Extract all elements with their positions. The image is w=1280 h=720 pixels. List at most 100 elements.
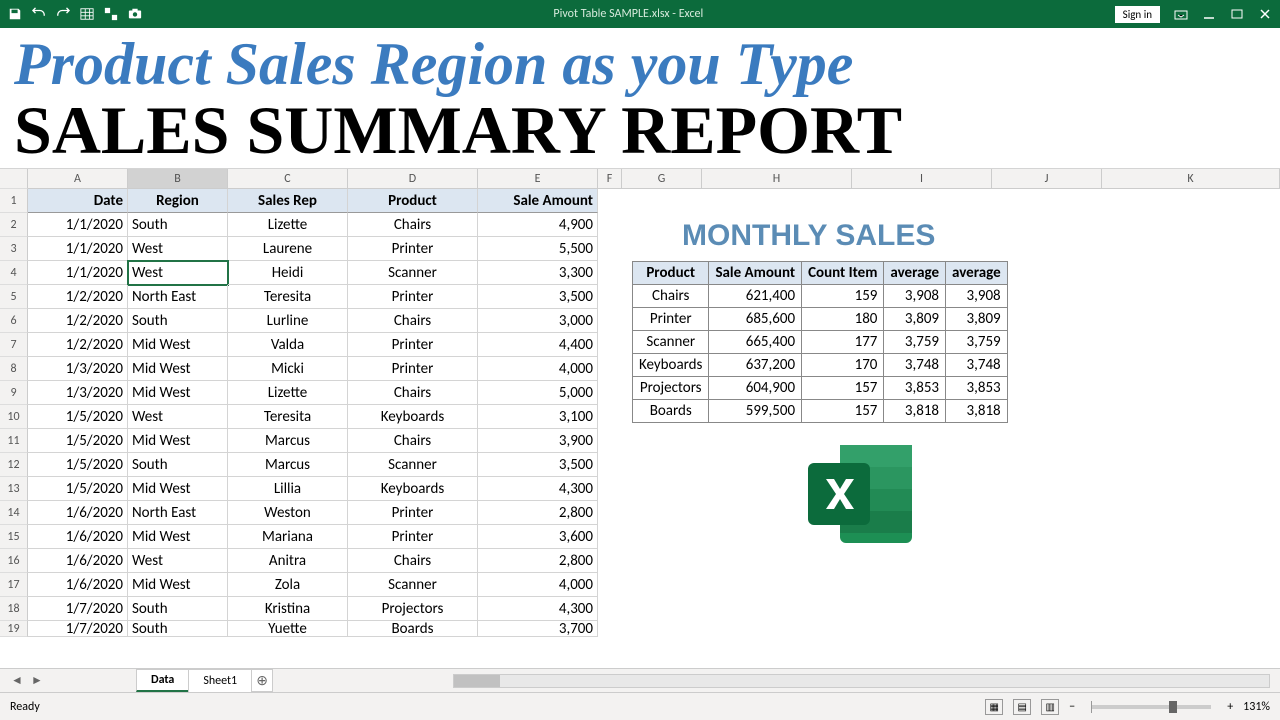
cell-date[interactable]: 1/6/2020 [28, 573, 128, 597]
cell-region[interactable]: Mid West [128, 573, 228, 597]
cell-region[interactable]: West [128, 405, 228, 429]
cell-amount[interactable]: 4,000 [478, 357, 598, 381]
tab-nav-prev-icon[interactable]: ◄ [8, 672, 26, 690]
cell-amount[interactable]: 4,300 [478, 597, 598, 621]
summary-row[interactable]: Scanner665,4001773,7593,759 [633, 331, 1008, 354]
summary-table[interactable]: ProductSale AmountCount Itemaverageavera… [632, 261, 1008, 423]
summary-header[interactable]: average [946, 262, 1008, 285]
zoom-out-button[interactable]: − [1069, 700, 1075, 714]
col-E[interactable]: E [478, 169, 598, 188]
cell-amount[interactable]: 2,800 [478, 501, 598, 525]
header-date[interactable]: Date [28, 189, 128, 213]
tab-nav-next-icon[interactable]: ► [28, 672, 46, 690]
col-K[interactable]: K [1102, 169, 1280, 188]
cell-rep[interactable]: Heidi [228, 261, 348, 285]
cell-amount[interactable]: 4,900 [478, 213, 598, 237]
cell-product[interactable]: Chairs [348, 381, 478, 405]
cell-amount[interactable]: 3,500 [478, 285, 598, 309]
cell-rep[interactable]: Micki [228, 357, 348, 381]
summary-row[interactable]: Boards599,5001573,8183,818 [633, 400, 1008, 423]
sign-in-button[interactable]: Sign in [1115, 6, 1160, 23]
cell-product[interactable]: Projectors [348, 597, 478, 621]
cell-amount[interactable]: 3,300 [478, 261, 598, 285]
cell-region[interactable]: South [128, 621, 228, 637]
horizontal-scrollbar[interactable] [453, 674, 1270, 688]
col-B[interactable]: B [128, 169, 228, 188]
cell-rep[interactable]: Yuette [228, 621, 348, 637]
cell-date[interactable]: 1/5/2020 [28, 453, 128, 477]
cell-amount[interactable]: 3,500 [478, 453, 598, 477]
cell-product[interactable]: Keyboards [348, 477, 478, 501]
summary-row[interactable]: Chairs621,4001593,9083,908 [633, 285, 1008, 308]
cell-amount[interactable]: 5,000 [478, 381, 598, 405]
cell-product[interactable]: Printer [348, 333, 478, 357]
header-region[interactable]: Region [128, 189, 228, 213]
cell-product[interactable]: Chairs [348, 309, 478, 333]
sheet-tab-data[interactable]: Data [136, 669, 189, 692]
cell-amount[interactable]: 4,000 [478, 573, 598, 597]
cell-rep[interactable]: Mariana [228, 525, 348, 549]
cell-region[interactable]: South [128, 597, 228, 621]
zoom-in-button[interactable]: + [1227, 700, 1233, 714]
col-D[interactable]: D [348, 169, 478, 188]
col-C[interactable]: C [228, 169, 348, 188]
cell-region[interactable]: South [128, 309, 228, 333]
cell-region[interactable]: South [128, 453, 228, 477]
cell-product[interactable]: Scanner [348, 573, 478, 597]
cell-amount[interactable]: 3,700 [478, 621, 598, 637]
summary-header[interactable]: average [884, 262, 946, 285]
sheet-tab-sheet1[interactable]: Sheet1 [188, 669, 252, 692]
cell-product[interactable]: Printer [348, 357, 478, 381]
cell-date[interactable]: 1/1/2020 [28, 237, 128, 261]
cell-rep[interactable]: Lizette [228, 381, 348, 405]
cell-product[interactable]: Printer [348, 285, 478, 309]
view-normal-icon[interactable]: ▦ [985, 699, 1003, 715]
summary-header[interactable]: Sale Amount [709, 262, 802, 285]
cell-rep[interactable]: Zola [228, 573, 348, 597]
summary-row[interactable]: Printer685,6001803,8093,809 [633, 308, 1008, 331]
summary-row[interactable]: Keyboards637,2001703,7483,748 [633, 354, 1008, 377]
cell-region[interactable]: Mid West [128, 477, 228, 501]
cell-amount[interactable]: 2,800 [478, 549, 598, 573]
redo-icon[interactable] [56, 7, 70, 21]
cell-product[interactable]: Chairs [348, 549, 478, 573]
cell-rep[interactable]: Teresita [228, 405, 348, 429]
cell-date[interactable]: 1/2/2020 [28, 333, 128, 357]
cell-product[interactable]: Printer [348, 525, 478, 549]
cell-date[interactable]: 1/5/2020 [28, 405, 128, 429]
cell-amount[interactable]: 5,500 [478, 237, 598, 261]
view-page-layout-icon[interactable]: ▤ [1013, 699, 1031, 715]
header-rep[interactable]: Sales Rep [228, 189, 348, 213]
cell-rep[interactable]: Laurene [228, 237, 348, 261]
cell-region[interactable]: Mid West [128, 333, 228, 357]
col-F[interactable]: F [598, 169, 622, 188]
cell-region[interactable]: Mid West [128, 381, 228, 405]
cell-date[interactable]: 1/6/2020 [28, 501, 128, 525]
cell-date[interactable]: 1/2/2020 [28, 309, 128, 333]
cell-rep[interactable]: Lillia [228, 477, 348, 501]
cell-date[interactable]: 1/1/2020 [28, 261, 128, 285]
table-icon[interactable] [80, 7, 94, 21]
summary-header[interactable]: Count Item [802, 262, 884, 285]
cell-rep[interactable]: Teresita [228, 285, 348, 309]
summary-header[interactable]: Product [633, 262, 709, 285]
cell-date[interactable]: 1/2/2020 [28, 285, 128, 309]
cell-date[interactable]: 1/5/2020 [28, 429, 128, 453]
pivot-icon[interactable] [104, 7, 118, 21]
cell-rep[interactable]: Marcus [228, 429, 348, 453]
zoom-slider[interactable] [1091, 705, 1211, 709]
column-headers[interactable]: A B C D E F G H I J K [0, 169, 1280, 189]
cell-rep[interactable]: Kristina [228, 597, 348, 621]
cell-region[interactable]: West [128, 237, 228, 261]
cell-region[interactable]: South [128, 213, 228, 237]
cell-region[interactable]: Mid West [128, 525, 228, 549]
cell-date[interactable]: 1/3/2020 [28, 381, 128, 405]
close-icon[interactable] [1258, 7, 1272, 21]
col-G[interactable]: G [622, 169, 702, 188]
cell-rep[interactable]: Lurline [228, 309, 348, 333]
worksheet[interactable]: A B C D E F G H I J K 1 Date Region Sale… [0, 168, 1280, 637]
cell-amount[interactable]: 4,400 [478, 333, 598, 357]
ribbon-options-icon[interactable] [1174, 7, 1188, 21]
cell-amount[interactable]: 3,900 [478, 429, 598, 453]
camera-icon[interactable] [128, 7, 142, 21]
